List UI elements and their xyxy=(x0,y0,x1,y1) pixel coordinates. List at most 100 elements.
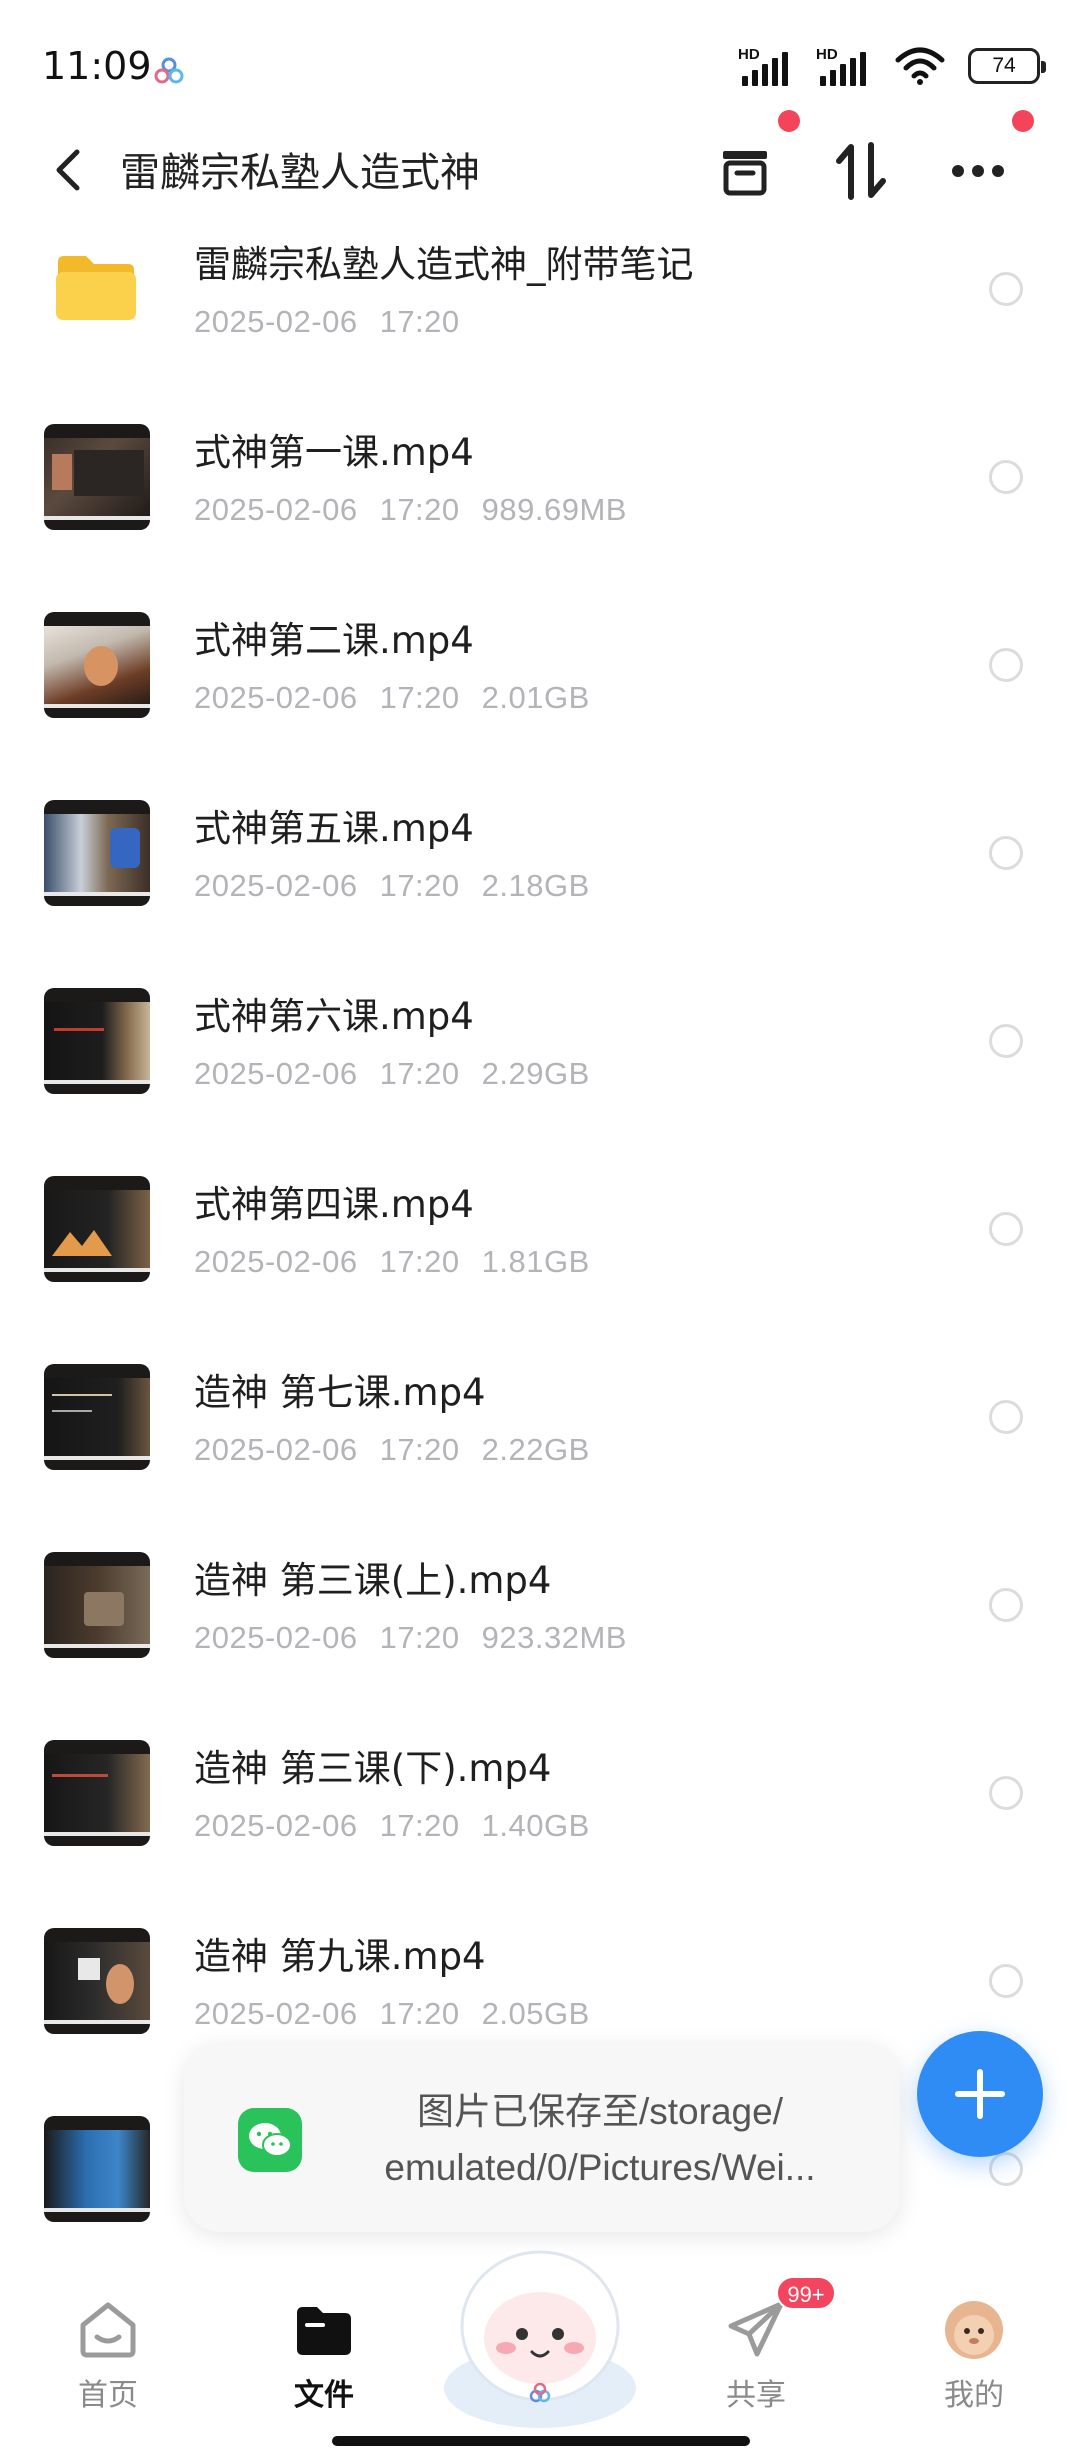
file-date: 2025-02-06 xyxy=(194,304,358,339)
file-name: 式神第四课.mp4 xyxy=(194,1183,474,1226)
home-indicator[interactable] xyxy=(332,2436,750,2446)
file-date: 2025-02-06 xyxy=(194,1808,358,1843)
list-item-file[interactable]: 造神 第七课.mp4 2025-02-06 17:20 2.22GB xyxy=(0,1348,1080,1536)
file-meta: 2025-02-06 17:20 xyxy=(194,304,482,340)
file-time: 17:20 xyxy=(379,1056,460,1091)
file-date: 2025-02-06 xyxy=(194,1620,358,1655)
notification-dot xyxy=(1012,110,1034,132)
nav-me[interactable]: 我的 xyxy=(904,2298,1044,2418)
share-badge: 99+ xyxy=(776,2276,836,2310)
video-thumbnail xyxy=(44,800,150,906)
file-meta: 2025-02-06 17:20 1.81GB xyxy=(194,1244,612,1280)
file-date: 2025-02-06 xyxy=(194,1432,358,1467)
nav-home[interactable]: 首页 xyxy=(38,2298,178,2418)
file-meta: 2025-02-06 17:20 923.32MB xyxy=(194,1620,649,1656)
more-button[interactable] xyxy=(943,136,1013,206)
file-name: 式神第五课.mp4 xyxy=(194,807,474,850)
select-radio[interactable] xyxy=(989,1776,1023,1810)
file-meta: 2025-02-06 17:20 2.05GB xyxy=(194,1996,612,2032)
file-time: 17:20 xyxy=(379,492,460,527)
nav-home-label: 首页 xyxy=(78,2378,138,2413)
plus-icon xyxy=(955,2069,1005,2119)
list-item-file[interactable]: 式神第四课.mp4 2025-02-06 17:20 1.81GB xyxy=(0,1160,1080,1348)
file-size: 923.32MB xyxy=(481,1620,627,1655)
folder-icon xyxy=(292,2298,356,2362)
archive-button[interactable] xyxy=(710,136,780,206)
list-item-file[interactable]: 式神第五课.mp4 2025-02-06 17:20 2.18GB xyxy=(0,784,1080,972)
file-meta: 2025-02-06 17:20 2.29GB xyxy=(194,1056,612,1092)
file-date: 2025-02-06 xyxy=(194,680,358,715)
file-name: 式神第六课.mp4 xyxy=(194,995,474,1038)
folder-icon xyxy=(56,256,136,320)
battery-icon: 74 xyxy=(968,48,1046,84)
file-time: 17:20 xyxy=(379,1244,460,1279)
file-time: 17:20 xyxy=(379,1996,460,2031)
select-radio[interactable] xyxy=(989,836,1023,870)
page-title: 雷麟宗私塾人造式神 xyxy=(120,150,480,196)
list-item-file[interactable]: 造神 第三课(上).mp4 2025-02-06 17:20 923.32MB xyxy=(0,1536,1080,1724)
file-time: 17:20 xyxy=(379,680,460,715)
top-app-bar: 雷麟宗私塾人造式神 xyxy=(0,110,1080,220)
file-size: 1.81GB xyxy=(481,1244,590,1279)
list-item-folder[interactable]: 雷麟宗私塾人造式神_附带笔记 2025-02-06 17:20 xyxy=(0,220,1080,408)
archive-icon xyxy=(723,151,767,196)
file-date: 2025-02-06 xyxy=(194,1996,358,2031)
file-size: 1.40GB xyxy=(481,1808,590,1843)
sort-icon xyxy=(836,142,886,200)
file-date: 2025-02-06 xyxy=(194,1056,358,1091)
file-size: 2.29GB xyxy=(481,1056,590,1091)
select-radio[interactable] xyxy=(989,1400,1023,1434)
nav-share[interactable]: 共享 xyxy=(686,2298,826,2418)
mascot-icon[interactable] xyxy=(440,2238,640,2428)
cloud-app-icon xyxy=(154,57,184,84)
select-radio[interactable] xyxy=(989,272,1023,306)
list-item-file[interactable]: 造神 第三课(下).mp4 2025-02-06 17:20 1.40GB xyxy=(0,1724,1080,1912)
toast-line-2: emulated/0/Pictures/Wei... xyxy=(384,2147,816,2188)
video-thumbnail xyxy=(44,1740,150,1846)
file-date: 2025-02-06 xyxy=(194,868,358,903)
signal-icon-sim2: HD xyxy=(816,46,872,86)
select-radio[interactable] xyxy=(989,1212,1023,1246)
file-date: 2025-02-06 xyxy=(194,492,358,527)
file-size: 2.18GB xyxy=(481,868,590,903)
select-radio[interactable] xyxy=(989,1024,1023,1058)
back-button[interactable] xyxy=(40,142,96,198)
file-name: 造神 第三课(下).mp4 xyxy=(194,1747,552,1790)
chevron-left-icon xyxy=(56,149,80,191)
signal-icon-sim1: HD xyxy=(738,46,794,86)
send-icon xyxy=(724,2298,788,2362)
file-size: 2.01GB xyxy=(481,680,590,715)
file-time: 17:20 xyxy=(379,1808,460,1843)
video-thumbnail xyxy=(44,988,150,1094)
file-size: 989.69MB xyxy=(481,492,627,527)
nav-files[interactable]: 文件 xyxy=(254,2298,394,2418)
video-thumbnail xyxy=(44,1364,150,1470)
list-item-file[interactable]: 式神第一课.mp4 2025-02-06 17:20 989.69MB xyxy=(0,408,1080,596)
select-radio[interactable] xyxy=(989,648,1023,682)
file-name: 造神 第七课.mp4 xyxy=(194,1371,486,1414)
list-item-file[interactable]: 式神第二课.mp4 2025-02-06 17:20 2.01GB xyxy=(0,596,1080,784)
file-meta: 2025-02-06 17:20 2.22GB xyxy=(194,1432,612,1468)
battery-level: 74 xyxy=(992,54,1016,77)
video-thumbnail xyxy=(44,612,150,718)
select-radio[interactable] xyxy=(989,1588,1023,1622)
select-radio[interactable] xyxy=(989,1964,1023,1998)
video-thumbnail xyxy=(44,1552,150,1658)
file-name: 造神 第三课(上).mp4 xyxy=(194,1559,552,1602)
select-radio[interactable] xyxy=(989,2152,1023,2186)
wifi-icon xyxy=(895,47,945,85)
select-radio[interactable] xyxy=(989,460,1023,494)
video-thumbnail xyxy=(44,1176,150,1282)
status-time: 11:09 xyxy=(42,44,152,88)
notification-dot xyxy=(778,110,800,132)
file-time: 17:20 xyxy=(379,304,460,339)
file-meta: 2025-02-06 17:20 989.69MB xyxy=(194,492,649,528)
avatar-icon xyxy=(942,2298,1006,2362)
more-icon xyxy=(952,165,1004,177)
file-date: 2025-02-06 xyxy=(194,1244,358,1279)
nav-me-label: 我的 xyxy=(944,2378,1004,2413)
list-item-file[interactable]: 式神第六课.mp4 2025-02-06 17:20 2.29GB xyxy=(0,972,1080,1160)
add-button[interactable] xyxy=(917,2031,1043,2157)
sort-button[interactable] xyxy=(826,136,896,206)
video-thumbnail xyxy=(44,2116,150,2222)
